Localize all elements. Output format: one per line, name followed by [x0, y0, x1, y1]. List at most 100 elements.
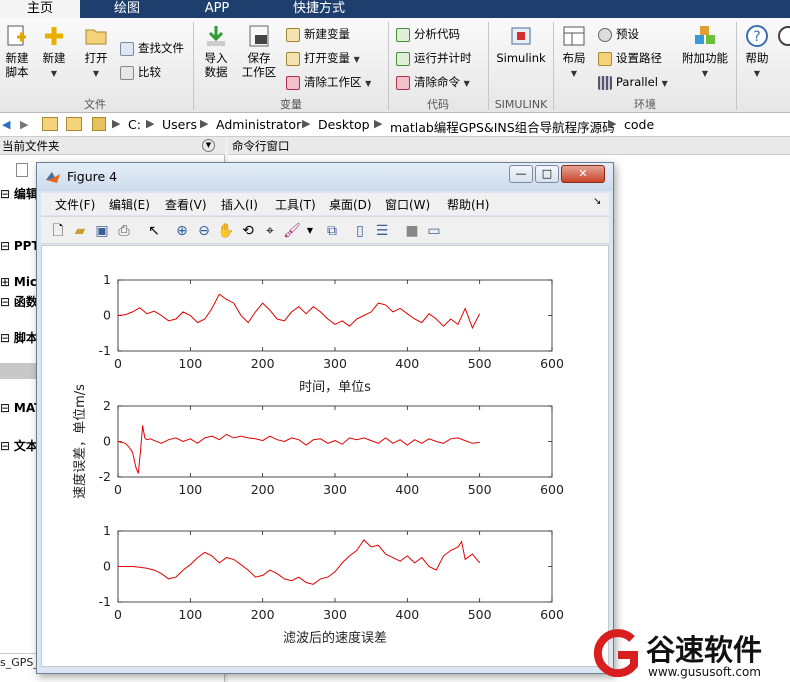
- x-tick-label: 0: [114, 356, 122, 371]
- y-tick-label: -1: [99, 594, 111, 609]
- tree-group-scripts[interactable]: ⊟ 脚本: [0, 329, 38, 346]
- path-crumb-drive[interactable]: C:: [128, 117, 141, 132]
- browse-folder-icon[interactable]: [66, 117, 82, 131]
- menu-insert[interactable]: 插入(I): [221, 196, 258, 213]
- new-figure-icon[interactable]: 🗋: [49, 222, 67, 240]
- tree-group-functions[interactable]: ⊟ 函数: [0, 293, 38, 310]
- clear-commands-button[interactable]: 清除命令 ▼: [396, 72, 470, 92]
- x-tick-label: 600: [540, 356, 564, 371]
- menu-file[interactable]: 文件(F): [55, 196, 95, 213]
- show-plot-tools-icon[interactable]: ▭: [425, 222, 443, 240]
- addons-button[interactable]: 附加功能 ▼: [680, 24, 730, 81]
- back-arrow-icon[interactable]: ◀: [2, 118, 10, 131]
- chevron-down-icon: ▼: [661, 79, 668, 88]
- tab-plots[interactable]: 绘图: [84, 0, 170, 18]
- data-cursor-icon[interactable]: ⌖: [261, 222, 279, 240]
- x-tick-label: 600: [540, 607, 564, 622]
- figure-title-bar[interactable]: Figure 4 — □ ✕: [37, 163, 613, 191]
- y-tick-label: 0: [103, 434, 111, 449]
- zoom-out-icon[interactable]: ⊖: [195, 222, 213, 240]
- print-icon[interactable]: ⎙: [115, 222, 133, 240]
- x-tick-label: 100: [178, 482, 202, 497]
- open-button[interactable]: 打开 ▼: [80, 24, 112, 81]
- pan-icon[interactable]: ✋: [217, 222, 235, 240]
- path-crumb-desktop[interactable]: Desktop: [318, 117, 370, 132]
- close-button[interactable]: ✕: [561, 165, 605, 183]
- file-icon: [16, 163, 28, 177]
- chevron-down-icon[interactable]: ▼: [301, 222, 319, 240]
- simulink-button[interactable]: Simulink: [494, 24, 548, 65]
- menu-view[interactable]: 查看(V): [165, 196, 207, 213]
- figure-window[interactable]: Figure 4 — □ ✕ 文件(F) 编辑(E) 查看(V) 插入(I) 工…: [36, 162, 614, 674]
- maximize-button[interactable]: □: [535, 165, 559, 183]
- import-data-button[interactable]: 导入 数据: [200, 24, 232, 79]
- colorbar-icon[interactable]: ▯: [351, 222, 369, 240]
- path-crumb-administrator[interactable]: Administrator: [216, 117, 301, 132]
- set-path-button[interactable]: 设置路径: [598, 48, 662, 68]
- run-and-time-button[interactable]: 运行并计时: [396, 48, 472, 68]
- parallel-button[interactable]: Parallel ▼: [598, 72, 668, 92]
- menu-edit[interactable]: 编辑(E): [109, 196, 150, 213]
- pane-menu-icon[interactable]: ▼: [202, 139, 215, 152]
- open-variable-button[interactable]: 打开变量 ▼: [286, 48, 360, 68]
- clear-workspace-label: 清除工作区: [304, 75, 362, 89]
- current-folder-header: 当前文件夹 ▼: [0, 137, 225, 155]
- layout-button[interactable]: 布局 ▼: [558, 24, 590, 81]
- analyze-code-button[interactable]: 分析代码: [396, 24, 460, 44]
- help-button[interactable]: ? 帮助 ▼: [742, 24, 772, 81]
- open-file-icon[interactable]: ▰: [71, 222, 89, 240]
- menu-help[interactable]: 帮助(H): [447, 196, 489, 213]
- path-crumb-project[interactable]: matlab编程GPS&INS组合导航程序源码: [390, 117, 615, 136]
- pointer-icon[interactable]: ↖: [145, 222, 163, 240]
- compare-button[interactable]: 比较: [120, 62, 161, 82]
- gear-icon: [598, 27, 612, 42]
- new-script-button[interactable]: 新建 脚本: [2, 24, 32, 79]
- minimize-button[interactable]: —: [509, 165, 533, 183]
- menu-dock-icon[interactable]: ↘: [593, 196, 601, 207]
- find-files-label: 查找文件: [138, 41, 184, 55]
- new-button[interactable]: 新建 ▼: [38, 24, 70, 81]
- axes-box: [117, 530, 553, 603]
- community-icon: [778, 26, 790, 46]
- tree-group-label: 编辑: [13, 187, 38, 201]
- path-crumb-code[interactable]: code: [624, 117, 654, 132]
- tab-home[interactable]: 主页: [0, 0, 80, 18]
- figure-title: Figure 4: [67, 169, 118, 184]
- group-divider: [193, 22, 194, 110]
- preferences-button[interactable]: 预设: [598, 24, 639, 44]
- x-tick-label: 200: [251, 607, 275, 622]
- open-variable-icon: [286, 51, 300, 66]
- addons-label: 附加功能: [682, 51, 728, 65]
- brush-icon[interactable]: 🖌: [283, 222, 301, 240]
- save-workspace-button[interactable]: 保存 工作区: [240, 24, 278, 79]
- zoom-in-icon[interactable]: ⊕: [173, 222, 191, 240]
- x-axis-label: 时间，单位s: [299, 380, 371, 395]
- path-crumb-users[interactable]: Users: [162, 117, 197, 132]
- legend-icon[interactable]: ☰: [373, 222, 391, 240]
- up-folder-icon[interactable]: [42, 117, 58, 131]
- tree-group-editor[interactable]: ⊟ 编辑: [0, 185, 38, 202]
- tree-group-ppt[interactable]: ⊟ PPT: [0, 239, 40, 253]
- find-files-button[interactable]: 查找文件: [120, 38, 184, 58]
- tree-group-text[interactable]: ⊟ 文本: [0, 437, 38, 454]
- menu-desktop[interactable]: 桌面(D): [329, 196, 372, 213]
- clear-workspace-icon: [286, 75, 300, 90]
- clear-workspace-button[interactable]: 清除工作区 ▼: [286, 72, 371, 92]
- tab-apps[interactable]: APP: [174, 0, 260, 18]
- tab-shortcuts[interactable]: 快捷方式: [264, 0, 374, 18]
- menu-window[interactable]: 窗口(W): [385, 196, 430, 213]
- selected-file-row[interactable]: [0, 363, 40, 379]
- x-tick-label: 500: [468, 356, 492, 371]
- hide-plot-tools-icon[interactable]: ■: [403, 222, 421, 240]
- help-label: 帮助: [745, 51, 769, 65]
- plus-icon: [45, 27, 63, 45]
- forward-arrow-icon[interactable]: ▶: [20, 118, 28, 131]
- chevron-down-icon: ▼: [353, 55, 360, 64]
- new-variable-button[interactable]: 新建变量: [286, 24, 350, 44]
- community-button[interactable]: [776, 24, 790, 51]
- menu-tools[interactable]: 工具(T): [275, 196, 316, 213]
- link-plot-icon[interactable]: ⧉: [323, 222, 341, 240]
- rotate-3d-icon[interactable]: ⟲: [239, 222, 257, 240]
- open-label: 打开: [84, 51, 108, 65]
- save-icon[interactable]: ▣: [93, 222, 111, 240]
